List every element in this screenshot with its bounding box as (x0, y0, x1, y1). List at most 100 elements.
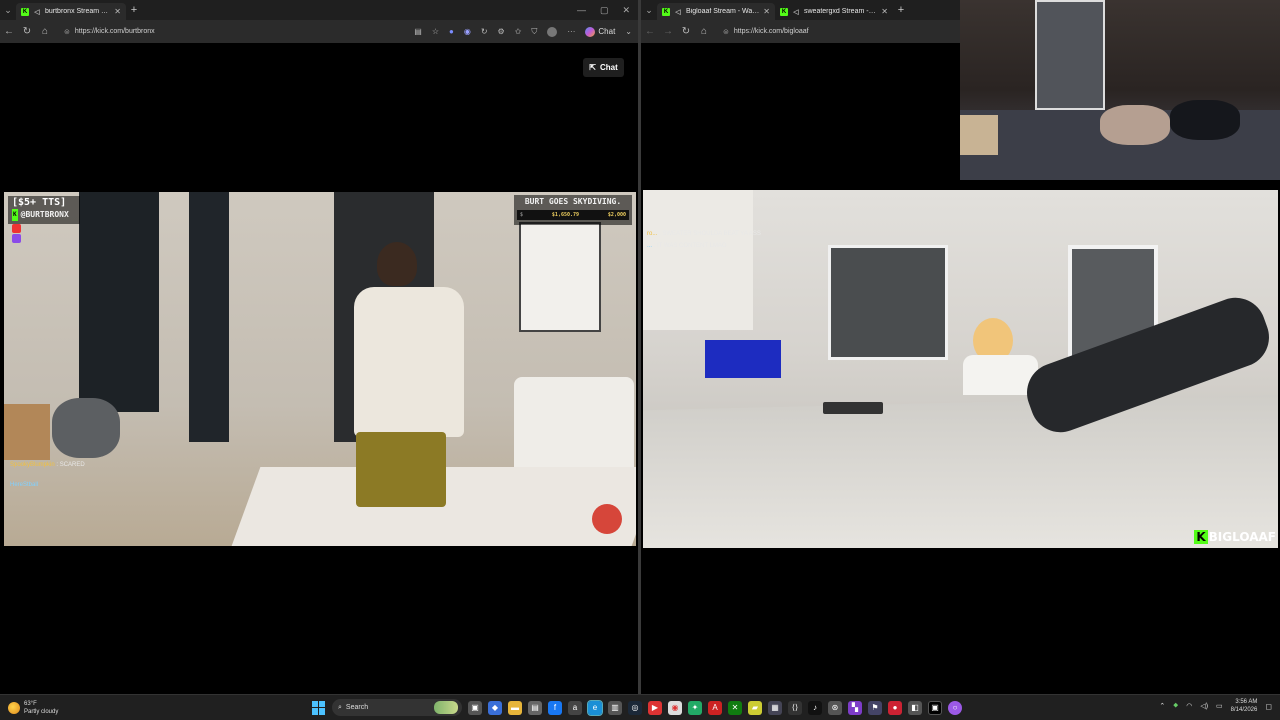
handle-row: K @BURTBRONX (12, 209, 76, 221)
chevron-up-icon[interactable]: ⌃ (1159, 702, 1165, 710)
open-door (189, 192, 229, 442)
blanket (1100, 105, 1170, 145)
profile-avatar[interactable] (547, 26, 558, 37)
app-icon[interactable]: ▚ (848, 700, 862, 715)
tray-app-icon[interactable]: ⬥ (1173, 702, 1178, 710)
amazon-icon[interactable]: a (568, 700, 582, 715)
minimize-icon[interactable]: — (577, 5, 586, 16)
volume-icon[interactable]: ◁) (1200, 702, 1208, 710)
app-icon[interactable]: ⚑ (868, 700, 882, 715)
refresh-icon[interactable]: ↻ (18, 26, 36, 37)
site-info-icon[interactable]: ⊜ (723, 28, 729, 36)
copilot-chat-button[interactable]: Chat (585, 26, 615, 37)
facebook-icon[interactable]: f (548, 700, 562, 715)
ottoman (52, 398, 120, 458)
clock[interactable]: 3:56 AM 8/14/2026 (1231, 698, 1258, 714)
person-head (377, 242, 417, 286)
close-tab-icon[interactable]: ✕ (763, 7, 770, 16)
tab-title: Bigloaaf Stream - Watch Live (686, 8, 759, 15)
audio-icon: ◁ (793, 8, 799, 16)
app-icon[interactable]: ▣ (928, 700, 942, 715)
new-tab-button[interactable]: + (893, 4, 909, 16)
refresh-icon[interactable]: ↻ (677, 26, 695, 37)
close-tab-icon[interactable]: ✕ (114, 7, 121, 16)
tab-list-icon[interactable]: ⌄ (0, 5, 16, 16)
shield-icon[interactable]: ⛉ (531, 27, 537, 37)
chat-text: SCARED (59, 462, 85, 468)
app-icon[interactable]: ▰ (748, 700, 762, 715)
steam-icon[interactable]: ◎ (628, 700, 642, 715)
chevron-down-icon[interactable]: ⌄ (625, 27, 632, 36)
box (960, 115, 998, 155)
back-icon[interactable]: ← (641, 26, 659, 37)
back-icon[interactable]: ← (0, 26, 18, 37)
new-tab-button[interactable]: + (126, 4, 142, 16)
notification-icon[interactable]: ◻ (1265, 702, 1272, 711)
close-tab-icon[interactable]: ✕ (881, 7, 888, 16)
app-icon[interactable]: ▥ (608, 700, 622, 715)
edge-icon[interactable]: e (587, 699, 603, 716)
chrome-icon[interactable]: ◉ (668, 700, 682, 715)
store-icon[interactable]: ▤ (528, 700, 542, 715)
chat-message: ro... : SWEATER SHOULDA BEAT YA ASS (647, 231, 761, 237)
right-stream-video[interactable]: ro... : SWEATER SHOULDA BEAT YA ASS ... … (643, 190, 1278, 548)
refresh-ext-icon[interactable]: ↻ (481, 27, 488, 36)
extension-2-icon[interactable]: ◉ (464, 27, 471, 36)
more-icon[interactable]: ··· (567, 27, 575, 36)
monitor (705, 340, 781, 378)
forward-icon[interactable]: → (659, 26, 677, 37)
windows-start-icon[interactable] (312, 700, 326, 715)
chat-message: SpookyBlumpkin : SCARED (10, 462, 85, 468)
app-icon[interactable]: ○ (948, 700, 962, 715)
donation-goal: BURT GOES SKYDIVING. $ $1,650.79 $2,000 (514, 195, 632, 225)
left-stream-video[interactable]: [$5+ TTS] K @BURTBRONX BURT GOES SKYDIVI… (4, 192, 636, 546)
goal-target: $2,000 (607, 212, 626, 218)
youtube-app-icon[interactable]: ▶ (648, 700, 662, 715)
stream-chat-button[interactable]: ⇱ Chat (583, 58, 624, 77)
app-icon[interactable]: ▦ (768, 700, 782, 715)
reader-icon[interactable]: ▤ (414, 27, 422, 36)
taskbar-search[interactable]: ⌕ Search (332, 699, 462, 716)
tab-title: sweatergxd Stream - Watch L (804, 8, 877, 15)
task-view-icon[interactable]: ▣ (468, 700, 482, 715)
goal-bar: $ $1,650.79 $2,000 (517, 210, 629, 220)
app-icon[interactable]: ⟨⟩ (788, 700, 802, 715)
adobe-icon[interactable]: A (708, 700, 722, 715)
close-window-icon[interactable]: ✕ (622, 5, 630, 16)
app-icon[interactable]: ● (888, 700, 902, 715)
maximize-icon[interactable]: ▢ (600, 5, 609, 16)
tiktok-icon[interactable]: ♪ (808, 700, 822, 715)
app-icon[interactable]: ⊛ (828, 700, 842, 715)
wifi-icon[interactable]: ◠ (1186, 702, 1192, 710)
app-icon[interactable]: ✦ (688, 700, 702, 715)
home-icon[interactable]: ⌂ (36, 26, 54, 37)
person-shirt (354, 287, 464, 437)
battery-icon[interactable]: ▭ (1216, 702, 1223, 710)
address-bar[interactable]: ⊜ https://kick.com/bigloaaf (717, 24, 815, 40)
tab-sweatergxd[interactable]: K ◁ sweatergxd Stream - Watch L ✕ (775, 3, 893, 20)
xbox-icon[interactable]: ✕ (728, 700, 742, 715)
extensions-icon[interactable]: ⚙ (498, 27, 505, 36)
chat-button-label: Chat (599, 63, 618, 72)
home-icon[interactable]: ⌂ (695, 26, 713, 37)
tab-list-icon[interactable]: ⌄ (641, 5, 657, 16)
site-info-icon[interactable]: ⊜ (64, 28, 70, 36)
weather-text: 63°F Partly cloudy (24, 700, 58, 716)
app-icon[interactable]: ◧ (908, 700, 922, 715)
address-bar[interactable]: ⊜ https://kick.com/burtbronx (58, 24, 161, 40)
tab-burtbronx[interactable]: K ◁ burtbronx Stream - Watch Liv ✕ (16, 3, 126, 20)
cardboard-box (4, 404, 50, 460)
clock-date: 8/14/2026 (1230, 707, 1258, 713)
marble-counter (643, 395, 1278, 548)
weather-widget[interactable]: 63°F Partly cloudy (0, 700, 300, 716)
favorites-icon[interactable]: ✩ (515, 27, 522, 36)
favorite-icon[interactable]: ☆ (432, 27, 439, 36)
chat-username: HereStball (10, 482, 39, 488)
tab-bigloaaf[interactable]: K ◁ Bigloaaf Stream - Watch Live ✕ (657, 3, 775, 20)
copilot-app-icon[interactable]: ◆ (488, 700, 502, 715)
extension-icon[interactable]: ● (449, 27, 454, 36)
url-text: https://kick.com/burtbronx (74, 28, 155, 35)
webcam-overlay (960, 0, 1280, 180)
file-explorer-icon[interactable]: ▬ (508, 700, 522, 715)
chat-message: HereStball (10, 482, 38, 488)
